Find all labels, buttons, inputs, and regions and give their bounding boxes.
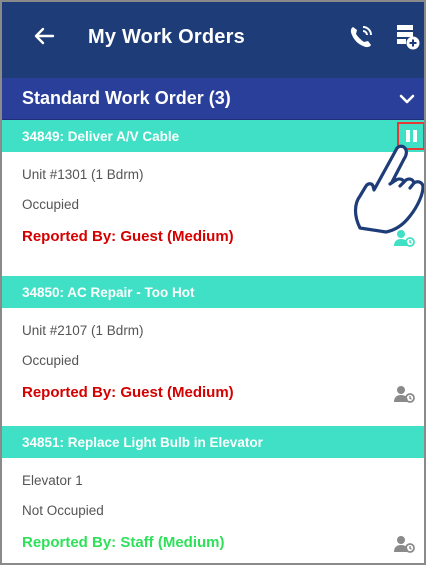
pause-icon-bar (412, 130, 417, 142)
work-order-header[interactable]: 34851: Replace Light Bulb in Elevator (2, 426, 424, 458)
app-bar: My Work Orders (2, 2, 424, 78)
work-order-unit: Elevator 1 (22, 473, 83, 488)
work-order-occupancy: Occupied (22, 197, 80, 212)
work-order-card[interactable]: 34851: Replace Light Bulb in Elevator El… (2, 426, 424, 563)
app-screen: My Work Orders Standard Work Order (3) 3… (0, 0, 426, 565)
page-title: My Work Orders (88, 26, 245, 48)
work-order-reported-by: Reported By: Guest (Medium) (22, 228, 234, 245)
work-order-unit: Unit #1301 (1 Bdrm) (22, 167, 144, 182)
work-order-unit: Unit #2107 (1 Bdrm) (22, 323, 144, 338)
section-title: Standard Work Order (3) (22, 88, 231, 108)
work-order-occupancy: Occupied (22, 353, 80, 368)
work-order-body: Elevator 1 Not Occupied Reported By: Sta… (2, 458, 424, 563)
work-order-reported-by: Reported By: Guest (Medium) (22, 384, 234, 401)
add-list-icon[interactable] (395, 23, 421, 51)
assign-user-icon[interactable] (393, 535, 415, 553)
arrow-left-icon[interactable] (32, 24, 56, 48)
chevron-down-icon[interactable] (398, 90, 416, 108)
work-order-occupancy: Not Occupied (22, 503, 104, 518)
work-order-title: 34849: Deliver A/V Cable (22, 129, 180, 144)
work-order-reported-by: Reported By: Staff (Medium) (22, 534, 225, 551)
phone-call-icon[interactable] (348, 24, 374, 50)
work-order-card[interactable]: 34850: AC Repair - Too Hot Unit #2107 (1… (2, 276, 424, 426)
assign-user-icon[interactable] (393, 385, 415, 403)
work-order-title: 34850: AC Repair - Too Hot (22, 285, 195, 300)
work-order-body: Unit #2107 (1 Bdrm) Occupied Reported By… (2, 308, 424, 426)
work-order-title: 34851: Replace Light Bulb in Elevator (22, 435, 263, 450)
work-order-header[interactable]: 34850: AC Repair - Too Hot (2, 276, 424, 308)
section-header-standard-work-order[interactable]: Standard Work Order (3) (2, 78, 424, 120)
pause-icon (405, 130, 410, 142)
pointing-hand-icon (346, 142, 424, 234)
